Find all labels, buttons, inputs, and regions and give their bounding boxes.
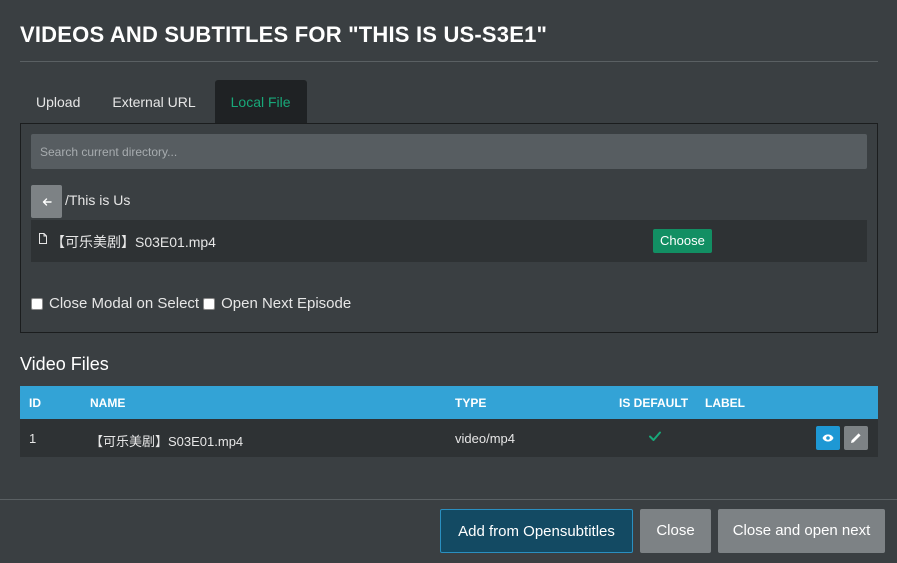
column-is-default: IS DEFAULT xyxy=(619,396,689,410)
close-modal-label: Close Modal on Select xyxy=(49,295,200,312)
column-id: ID xyxy=(29,396,41,410)
select-options: Close Modal on Select Open Next Episode xyxy=(31,295,355,312)
view-button[interactable] xyxy=(816,426,840,450)
file-icon xyxy=(39,233,47,244)
footer-divider xyxy=(0,499,897,500)
add-from-opensubtitles-button[interactable]: Add from Opensubtitles xyxy=(440,509,633,553)
eye-icon xyxy=(822,434,834,442)
file-list-item: 【可乐美剧】S03E01.mp4 Choose xyxy=(31,220,867,262)
close-button[interactable]: Close xyxy=(640,509,711,553)
choose-button[interactable]: Choose xyxy=(653,229,712,253)
column-label: LABEL xyxy=(705,396,745,410)
column-type: TYPE xyxy=(455,396,487,410)
search-directory-input[interactable] xyxy=(31,134,867,169)
checkmark-icon xyxy=(649,431,661,441)
edit-button[interactable] xyxy=(844,426,868,450)
row-type: video/mp4 xyxy=(455,431,515,446)
modal-title: VIDEOS AND SUBTITLES FOR "THIS IS US-S3E… xyxy=(20,22,548,47)
source-tabs: Upload External URL Local File xyxy=(20,80,307,124)
file-name: 【可乐美剧】S03E01.mp4 xyxy=(51,234,216,250)
video-files-title: Video Files xyxy=(20,354,109,374)
arrow-left-icon xyxy=(42,197,52,206)
tab-upload[interactable]: Upload xyxy=(20,80,96,124)
column-name: NAME xyxy=(90,396,126,410)
open-next-episode-checkbox[interactable] xyxy=(203,297,216,310)
table-row: 1 【可乐美剧】S03E01.mp4 video/mp4 xyxy=(20,419,878,457)
table-header: ID NAME TYPE IS DEFAULT LABEL xyxy=(20,386,878,419)
local-file-panel: /This is Us 【可乐美剧】S03E01.mp4 Choose Clos… xyxy=(20,123,878,333)
title-divider xyxy=(20,61,878,62)
tab-local-file[interactable]: Local File xyxy=(214,80,307,124)
close-modal-checkbox[interactable] xyxy=(31,297,43,310)
pencil-icon xyxy=(851,433,861,443)
tab-external-url[interactable]: External URL xyxy=(96,80,211,124)
row-name: 【可乐美剧】S03E01.mp4 xyxy=(90,434,244,449)
subtitles-modal: VIDEOS AND SUBTITLES FOR "THIS IS US-S3E… xyxy=(0,0,897,563)
current-path: /This is Us xyxy=(65,192,131,208)
video-files-table: ID NAME TYPE IS DEFAULT LABEL 1 【可乐美剧】S0… xyxy=(20,386,878,457)
row-id: 1 xyxy=(29,431,37,446)
open-next-episode-label: Open Next Episode xyxy=(221,295,352,312)
close-and-open-next-button[interactable]: Close and open next xyxy=(718,509,885,553)
back-button[interactable] xyxy=(31,185,62,218)
